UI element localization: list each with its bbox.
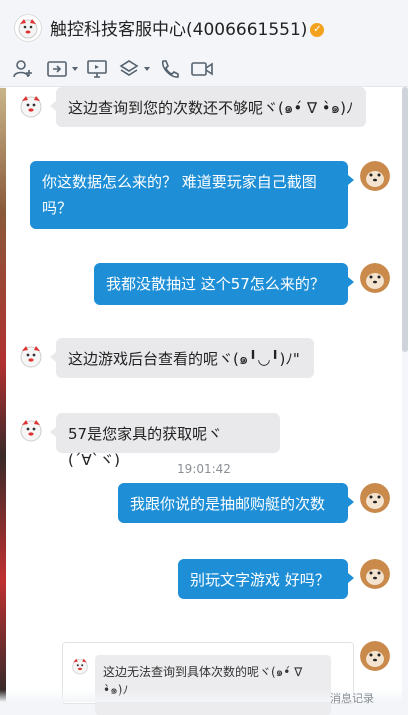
app-icon — [119, 60, 139, 76]
agent-avatar — [69, 655, 91, 677]
share-screen-icon — [47, 61, 67, 77]
agent-avatar[interactable] — [16, 91, 46, 121]
message-bubble-outgoing[interactable]: 你这数据怎么来的？ 难道要玩家自己截图吗？ — [30, 161, 354, 229]
agent-avatar[interactable] — [16, 341, 46, 371]
phone-icon — [161, 60, 179, 78]
verified-icon: ✓ — [310, 23, 325, 37]
remote-desktop-icon — [87, 60, 107, 78]
add-friend-button[interactable] — [12, 58, 34, 80]
user-avatar[interactable] — [360, 559, 390, 589]
user-avatar[interactable] — [360, 263, 390, 293]
message-bubble-incoming[interactable]: 这边游戏后台查看的呢ヾ(๑╹◡╹)ﾉ" — [50, 338, 314, 378]
remote-desktop-button[interactable] — [86, 58, 108, 80]
share-screen-button[interactable] — [46, 58, 78, 80]
contact-avatar[interactable] — [14, 14, 42, 42]
user-avatar[interactable] — [360, 483, 390, 513]
message-bubble-outgoing[interactable]: 我跟你说的是抽邮购艇的次数 — [118, 483, 354, 523]
chat-toolbar — [0, 52, 408, 87]
scrollbar[interactable] — [402, 87, 408, 352]
apps-button[interactable] — [118, 58, 150, 80]
add-friend-icon — [13, 60, 32, 78]
user-avatar[interactable] — [360, 161, 390, 191]
video-icon — [191, 62, 213, 76]
agent-avatar[interactable] — [16, 415, 46, 445]
chevron-down-icon[interactable] — [144, 67, 150, 71]
message-bubble-incoming[interactable]: 这边查询到您的次数还不够呢ヾ(๑•́ ∇ •̀๑)ﾉ — [50, 87, 366, 127]
message-bubble-outgoing[interactable]: 我都没散抽过 这个57怎么来的？ — [94, 263, 354, 305]
message-bubble-incoming[interactable]: 57是您家具的获取呢ヾ(´∀`ヾ) — [50, 413, 280, 469]
video-call-button[interactable] — [190, 58, 214, 80]
window-title-text: 触控科技客服中心(4006661551) — [50, 20, 308, 40]
voice-call-button[interactable] — [158, 58, 180, 80]
window-title: 触控科技客服中心(4006661551) ✓ — [50, 15, 325, 40]
quoted-message-text: 这边无法查询到具体次数的呢ヾ(๑•́ ∇ •̀๑)ﾉ — [95, 655, 331, 715]
message-list[interactable]: 这边查询到您的次数还不够呢ヾ(๑•́ ∇ •̀๑)ﾉ 你这数据怎么来的？ 难道要… — [6, 87, 402, 702]
user-avatar[interactable] — [360, 641, 390, 671]
message-timestamp: 19:01:42 — [177, 462, 231, 476]
title-bar: 触控科技客服中心(4006661551) ✓ — [0, 0, 408, 52]
message-bubble-outgoing[interactable]: 别玩文字游戏 好吗？ — [178, 559, 354, 599]
chevron-down-icon[interactable] — [72, 67, 78, 71]
message-history-link[interactable]: 消息记录 — [330, 690, 374, 706]
